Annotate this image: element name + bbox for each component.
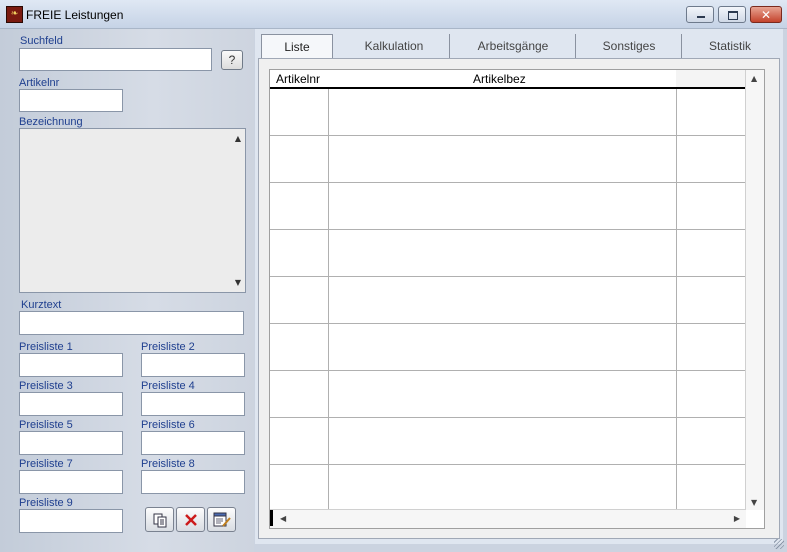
preisliste-8-label: Preisliste 8 xyxy=(141,458,195,470)
column-header-extra[interactable] xyxy=(676,70,746,87)
scroll-down-icon[interactable]: ▼ xyxy=(751,498,757,507)
tab-arbeitsgaenge[interactable]: Arbeitsgänge xyxy=(451,34,576,58)
edit-button[interactable] xyxy=(207,507,236,532)
table-row[interactable] xyxy=(270,229,746,230)
bezeichnung-textarea[interactable]: ▲ ▼ xyxy=(19,128,246,293)
bezeichnung-label: Bezeichnung xyxy=(19,116,83,128)
maximize-icon xyxy=(728,11,738,20)
title-bar: ❧ FREIE Leistungen ✕ xyxy=(0,0,787,29)
column-header-artikelbez[interactable]: Artikelbez xyxy=(473,72,526,86)
copy-button[interactable] xyxy=(145,507,174,532)
preisliste-1-label: Preisliste 1 xyxy=(19,341,73,353)
delete-icon xyxy=(184,514,197,526)
article-grid[interactable]: Artikelnr Artikelbez ▲ ▼ ◀ ▶ xyxy=(269,69,765,529)
preisliste-1-input[interactable] xyxy=(19,353,123,377)
column-header-artikelnr[interactable]: Artikelnr xyxy=(276,72,320,86)
preisliste-9-label: Preisliste 9 xyxy=(19,497,73,509)
scroll-up-icon[interactable]: ▲ xyxy=(751,74,757,83)
tab-statistik[interactable]: Statistik xyxy=(683,34,777,58)
column-divider xyxy=(328,89,329,510)
preisliste-5-input[interactable] xyxy=(19,431,123,455)
minimize-icon xyxy=(697,16,705,18)
preisliste-3-input[interactable] xyxy=(19,392,123,416)
tab-liste[interactable]: Liste xyxy=(261,34,333,59)
table-row[interactable] xyxy=(270,417,746,418)
preisliste-4-label: Preisliste 4 xyxy=(141,380,195,392)
tab-sonstiges[interactable]: Sonstiges xyxy=(577,34,682,58)
preisliste-7-input[interactable] xyxy=(19,470,123,494)
preisliste-4-input[interactable] xyxy=(141,392,245,416)
kurztext-input[interactable] xyxy=(19,311,244,335)
preisliste-9-input[interactable] xyxy=(19,509,123,533)
preisliste-2-label: Preisliste 2 xyxy=(141,341,195,353)
scroll-left-icon[interactable]: ◀ xyxy=(280,514,286,523)
table-row[interactable] xyxy=(270,323,746,324)
record-pointer xyxy=(270,510,273,526)
preisliste-3-label: Preisliste 3 xyxy=(19,380,73,392)
help-button[interactable]: ? xyxy=(221,50,243,70)
liste-tab-content: Artikelnr Artikelbez ▲ ▼ ◀ ▶ xyxy=(258,58,780,539)
copy-icon xyxy=(153,513,166,528)
preisliste-2-input[interactable] xyxy=(141,353,245,377)
app-logo-icon[interactable]: ❧ xyxy=(6,6,23,23)
scroll-down-icon[interactable]: ▼ xyxy=(235,278,241,287)
grid-vertical-scrollbar[interactable]: ▲ ▼ xyxy=(745,70,764,510)
artikelnr-input[interactable] xyxy=(19,89,123,112)
suchfeld-label: Suchfeld xyxy=(20,35,63,47)
artikelnr-label: Artikelnr xyxy=(19,77,60,89)
delete-button[interactable] xyxy=(176,507,205,532)
kurztext-label: Kurztext xyxy=(21,299,62,311)
scroll-right-icon[interactable]: ▶ xyxy=(734,514,740,523)
preisliste-5-label: Preisliste 5 xyxy=(19,419,73,431)
preisliste-7-label: Preisliste 7 xyxy=(19,458,73,470)
table-row[interactable] xyxy=(270,182,746,183)
scroll-up-icon[interactable]: ▲ xyxy=(235,134,241,143)
close-icon: ✕ xyxy=(760,8,772,22)
window-title: FREIE Leistungen xyxy=(26,8,124,22)
right-tab-panel: Liste Kalkulation Arbeitsgänge Sonstiges… xyxy=(255,29,783,544)
preisliste-6-input[interactable] xyxy=(141,431,245,455)
table-row[interactable] xyxy=(270,276,746,277)
minimize-button[interactable] xyxy=(686,6,714,23)
table-row[interactable] xyxy=(270,370,746,371)
preisliste-6-label: Preisliste 6 xyxy=(141,419,195,431)
edit-icon xyxy=(213,512,231,527)
maximize-button[interactable] xyxy=(718,6,746,23)
suchfeld-input[interactable] xyxy=(19,48,212,71)
table-row[interactable] xyxy=(270,135,746,136)
table-row[interactable] xyxy=(270,464,746,465)
close-button[interactable]: ✕ xyxy=(750,6,782,23)
preisliste-8-input[interactable] xyxy=(141,470,245,494)
resize-grip-icon[interactable] xyxy=(774,539,784,549)
tab-kalkulation[interactable]: Kalkulation xyxy=(339,34,450,58)
column-divider xyxy=(676,89,677,510)
grid-horizontal-scrollbar[interactable]: ◀ ▶ xyxy=(270,509,746,528)
